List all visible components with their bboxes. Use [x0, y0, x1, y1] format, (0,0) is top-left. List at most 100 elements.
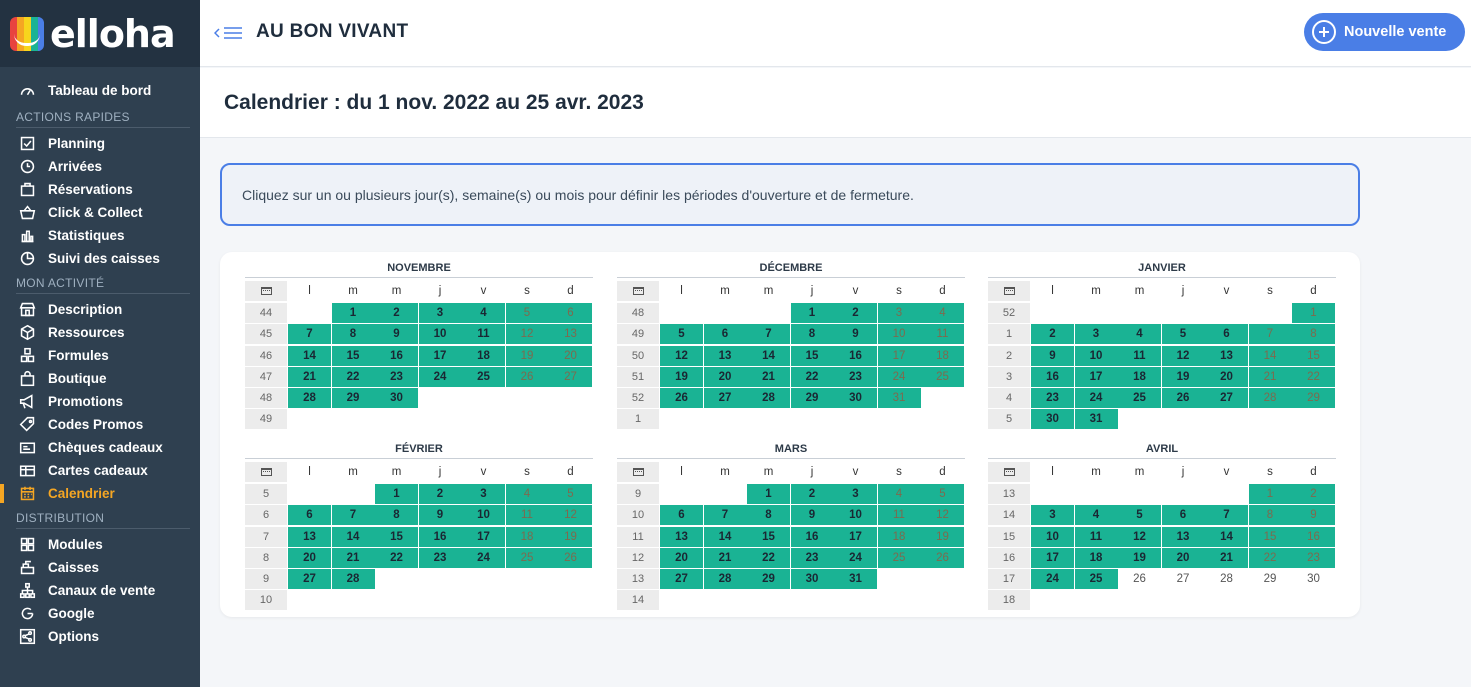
sidebar-item-cartes-cadeaux[interactable]: Cartes cadeaux: [0, 459, 200, 482]
day-open[interactable]: 26: [660, 388, 703, 408]
day-open[interactable]: 8: [1292, 324, 1335, 345]
day-open[interactable]: 4: [462, 303, 505, 323]
sidebar-item-boutique[interactable]: Boutique: [0, 367, 200, 390]
day-open[interactable]: 18: [1074, 547, 1118, 568]
day-open[interactable]: 21: [331, 547, 375, 568]
calendar-grid-icon[interactable]: [617, 281, 659, 301]
day-open[interactable]: 28: [703, 569, 747, 589]
week-number[interactable]: 10: [617, 505, 659, 526]
day-open[interactable]: 11: [921, 324, 964, 345]
week-number[interactable]: 45: [245, 324, 287, 345]
weekday-header[interactable]: j: [791, 462, 834, 482]
day-open[interactable]: 6: [660, 505, 703, 526]
calendar-grid-icon[interactable]: [245, 462, 287, 482]
day-open[interactable]: 12: [505, 324, 549, 345]
week-number[interactable]: 9: [245, 569, 287, 589]
week-number[interactable]: 49: [245, 409, 287, 430]
day-open[interactable]: 27: [703, 388, 747, 408]
weekday-header[interactable]: l: [288, 281, 331, 301]
day-open[interactable]: 16: [1031, 366, 1074, 387]
weekday-header[interactable]: j: [791, 281, 834, 301]
week-number[interactable]: 44: [245, 303, 287, 323]
weekday-header[interactable]: l: [660, 281, 703, 301]
day-open[interactable]: 31: [1074, 409, 1118, 430]
day-open[interactable]: 5: [1161, 324, 1205, 345]
day-open[interactable]: 5: [1118, 505, 1161, 526]
weekday-header[interactable]: v: [834, 462, 877, 482]
week-number[interactable]: 13: [617, 569, 659, 589]
day-open[interactable]: 14: [1205, 526, 1248, 547]
day-open[interactable]: 15: [1248, 526, 1292, 547]
day-open[interactable]: 2: [1292, 484, 1335, 504]
day-open[interactable]: 25: [462, 366, 505, 387]
day-open[interactable]: 18: [921, 345, 964, 366]
week-number[interactable]: 18: [988, 590, 1030, 611]
day-open[interactable]: 3: [1031, 505, 1074, 526]
weekday-header[interactable]: m: [375, 281, 418, 301]
week-number[interactable]: 5: [245, 484, 287, 504]
day-open[interactable]: 13: [288, 526, 331, 547]
day-open[interactable]: 2: [418, 484, 462, 504]
day-open[interactable]: 21: [747, 366, 790, 387]
day-open[interactable]: 6: [288, 505, 331, 526]
week-number[interactable]: 15: [988, 526, 1030, 547]
day-open[interactable]: 17: [1031, 547, 1074, 568]
day-open[interactable]: 12: [660, 345, 703, 366]
day-open[interactable]: 4: [505, 484, 549, 504]
day-open[interactable]: 29: [790, 388, 834, 408]
sidebar-item-description[interactable]: Description: [0, 298, 200, 321]
day-open[interactable]: 5: [505, 303, 549, 323]
weekday-header[interactable]: m: [747, 462, 790, 482]
weekday-header[interactable]: d: [921, 462, 964, 482]
day-open[interactable]: 14: [331, 526, 375, 547]
week-number[interactable]: 6: [245, 505, 287, 526]
day-open[interactable]: 11: [1074, 526, 1118, 547]
week-number[interactable]: 48: [245, 388, 287, 408]
day-open[interactable]: 22: [790, 366, 834, 387]
day-open[interactable]: 17: [1074, 366, 1118, 387]
day-open[interactable]: 16: [834, 345, 877, 366]
calendar-grid-icon[interactable]: [988, 462, 1030, 482]
sidebar-item-promotions[interactable]: Promotions: [0, 390, 200, 413]
day-open[interactable]: 9: [1031, 345, 1074, 366]
weekday-header[interactable]: m: [375, 462, 418, 482]
day-open[interactable]: 9: [790, 505, 834, 526]
day-open[interactable]: 2: [790, 484, 834, 504]
weekday-header[interactable]: v: [462, 462, 505, 482]
week-number[interactable]: 4: [988, 388, 1030, 408]
weekday-header[interactable]: m: [747, 281, 790, 301]
day-open[interactable]: 30: [834, 388, 877, 408]
day-open[interactable]: 15: [747, 526, 790, 547]
day-open[interactable]: 1: [331, 303, 375, 323]
day-open[interactable]: 4: [921, 303, 964, 323]
day-open[interactable]: 29: [1292, 388, 1335, 408]
calendar-grid-icon[interactable]: [617, 462, 659, 482]
week-number[interactable]: 52: [617, 388, 659, 408]
day-open[interactable]: 1: [1292, 303, 1335, 323]
weekday-header[interactable]: m: [1118, 462, 1161, 482]
day-open[interactable]: 4: [877, 484, 921, 504]
day-open[interactable]: 18: [462, 345, 505, 366]
day-open[interactable]: 14: [1248, 345, 1292, 366]
day-closed[interactable]: 27: [1162, 569, 1205, 589]
day-open[interactable]: 2: [834, 303, 877, 323]
day-open[interactable]: 19: [1118, 547, 1161, 568]
day-open[interactable]: 22: [747, 547, 790, 568]
day-open[interactable]: 15: [375, 526, 418, 547]
day-open[interactable]: 9: [1292, 505, 1335, 526]
weekday-header[interactable]: m: [1075, 281, 1118, 301]
day-open[interactable]: 20: [660, 547, 703, 568]
day-open[interactable]: 9: [418, 505, 462, 526]
day-open[interactable]: 23: [1292, 547, 1335, 568]
day-open[interactable]: 24: [1074, 388, 1118, 408]
weekday-header[interactable]: s: [506, 462, 549, 482]
week-number[interactable]: 5: [988, 409, 1030, 430]
day-open[interactable]: 14: [288, 345, 331, 366]
day-open[interactable]: 27: [549, 366, 592, 387]
day-open[interactable]: 15: [331, 345, 375, 366]
day-open[interactable]: 18: [505, 526, 549, 547]
day-open[interactable]: 24: [834, 547, 877, 568]
day-open[interactable]: 22: [375, 547, 418, 568]
day-open[interactable]: 24: [462, 547, 505, 568]
day-open[interactable]: 7: [1205, 505, 1248, 526]
